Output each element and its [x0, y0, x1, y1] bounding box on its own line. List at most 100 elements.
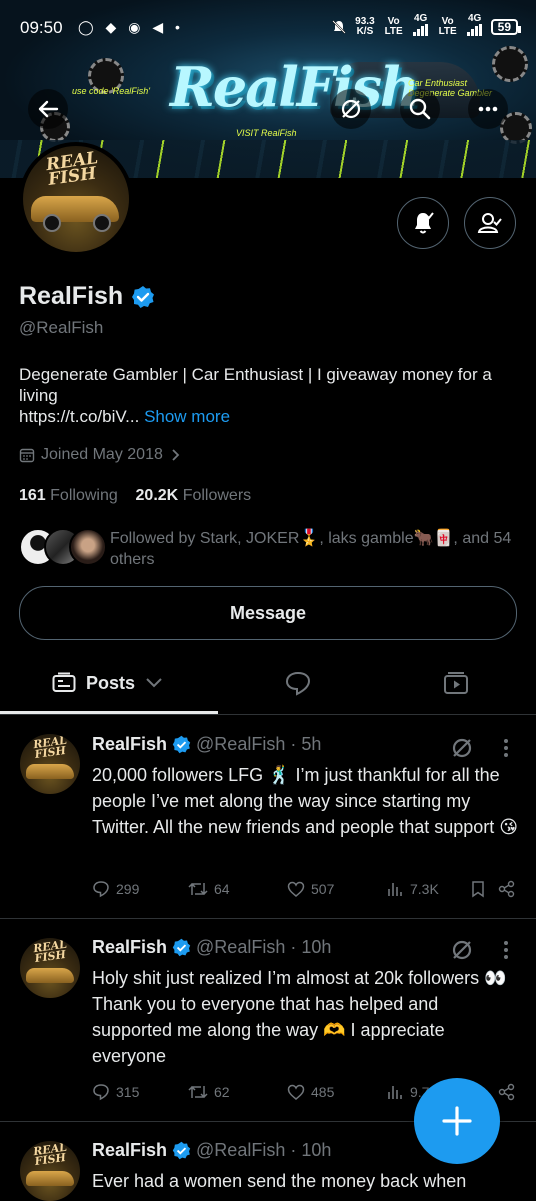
grok-icon[interactable]	[450, 938, 474, 962]
profile-handle: @RealFish	[19, 318, 104, 337]
calendar-icon	[19, 448, 35, 463]
profile-name: RealFish	[19, 282, 124, 310]
message-button[interactable]: Message	[19, 586, 517, 640]
verified-icon[interactable]	[131, 285, 155, 309]
banner-caption: VISIT RealFish	[236, 128, 297, 138]
verified-icon	[172, 938, 191, 957]
retweet-button[interactable]: 64	[188, 880, 230, 898]
follow-counts: 161 Following 20.2K Followers	[19, 487, 251, 505]
tweet-author-name[interactable]: RealFish	[92, 1140, 167, 1161]
following-link[interactable]: 161 Following	[19, 487, 118, 504]
like-count: 485	[311, 1084, 335, 1100]
tweet-actions: 299 64 507 7.3K	[92, 880, 522, 904]
share-button[interactable]	[498, 1083, 516, 1101]
bio-text: Degenerate Gambler | Car Enthusiast | I …	[19, 365, 492, 405]
network-speed-unit: K/S	[356, 25, 374, 37]
back-arrow-icon	[38, 100, 59, 118]
tweet-separator: ·	[290, 734, 297, 754]
tweet-text: 20,000 followers LFG 🕺 I’m just thankful…	[92, 765, 519, 837]
back-button[interactable]	[28, 89, 68, 129]
mute-bell-icon	[332, 19, 346, 34]
views-icon	[388, 883, 402, 896]
chevron-right-icon	[172, 449, 180, 461]
bell-icon	[415, 212, 434, 234]
profile-avatar[interactable]: REAL FISH	[19, 142, 133, 256]
more-options-button[interactable]	[468, 89, 508, 129]
tweet-more-icon[interactable]	[496, 736, 516, 760]
avatar-logo-text: REAL FISH	[44, 148, 100, 191]
views-icon	[388, 1086, 402, 1099]
retweet-count: 64	[214, 881, 230, 897]
joined-date-row[interactable]: Joined May 2018	[19, 446, 183, 464]
tweet-text: Ever had a women send the money back whe…	[92, 1171, 467, 1191]
battery-indicator: 59	[490, 18, 522, 35]
following-button[interactable]	[464, 197, 516, 249]
more-icon	[478, 106, 498, 112]
followed-by-text[interactable]: Followed by Stark, JOKER🎖️, laks gamble🐂…	[110, 528, 520, 570]
verified-icon	[172, 735, 191, 754]
grok-icon	[341, 99, 361, 119]
plus-icon	[442, 1106, 472, 1136]
followers-count: 20.2K	[135, 487, 179, 504]
user-check-icon	[477, 213, 502, 233]
tweet-text: Holy shit just realized I’m almost at 20…	[92, 968, 507, 1066]
share-icon	[498, 880, 515, 898]
tweet-time: 10h	[301, 937, 332, 957]
views-count: 7.3K	[410, 881, 439, 897]
network-speed: 93.3	[355, 15, 375, 27]
tweet-time: 10h	[301, 1140, 332, 1160]
tweet-separator: ·	[290, 1140, 297, 1160]
tweet-separator: ·	[290, 937, 297, 957]
tweet-avatar[interactable]: REAL FISH	[20, 938, 80, 998]
status-bar: 09:50 ◯ ◆ ◉ ◀ • 93.3 K/S Vo LTE 4G Vo LTE…	[0, 0, 536, 58]
retweet-button[interactable]: 62	[188, 1083, 230, 1101]
notification-icons: ◯ ◆ ◉ ◀ •	[78, 19, 184, 35]
tweet-avatar[interactable]: REAL FISH	[20, 734, 80, 794]
banner-caption: use code 'RealFish'	[72, 86, 150, 96]
grok-icon[interactable]	[450, 736, 474, 760]
show-more-link[interactable]: Show more	[144, 407, 230, 426]
share-button[interactable]	[498, 880, 516, 898]
tab-posts[interactable]: Posts	[52, 652, 163, 714]
reply-button[interactable]: 299	[92, 880, 139, 898]
verified-icon	[172, 1141, 191, 1160]
tweet-avatar-car	[26, 764, 74, 779]
bookmark-button[interactable]	[470, 880, 486, 898]
sim1-label: Vo LTE	[383, 16, 405, 37]
like-button[interactable]: 485	[287, 1083, 334, 1101]
banner-title: RealFish	[170, 55, 419, 119]
signal-icon	[466, 24, 482, 36]
bio-link[interactable]: https://t.co/biV...	[19, 407, 139, 426]
bookmark-icon	[472, 881, 484, 898]
compose-button[interactable]	[414, 1078, 500, 1164]
tweet-avatar-car	[26, 968, 74, 983]
like-button[interactable]: 507	[287, 880, 334, 898]
tab-replies[interactable]	[284, 652, 312, 714]
tweet-author-name[interactable]: RealFish	[92, 937, 167, 958]
notifications-button[interactable]	[397, 197, 449, 249]
reply-icon	[93, 881, 109, 898]
tweet-time: 5h	[301, 734, 322, 754]
search-button[interactable]	[400, 89, 440, 129]
profile-name-row: RealFish	[19, 282, 155, 311]
follower-avatar	[69, 528, 107, 566]
video-icon	[444, 672, 468, 694]
tweet-author-name[interactable]: RealFish	[92, 734, 167, 755]
tab-media[interactable]	[443, 652, 469, 714]
views-button[interactable]: 7.3K	[386, 880, 439, 898]
tweet-avatar[interactable]: REAL FISH	[20, 1141, 80, 1201]
sim2-type: Vo LTE	[438, 15, 457, 37]
reply-button[interactable]: 315	[92, 1083, 139, 1101]
tweet-header: RealFish @RealFish · 10h	[92, 937, 331, 958]
followers-link[interactable]: 20.2K Followers	[136, 487, 252, 504]
reply-icon	[93, 1084, 109, 1101]
tab-posts-label: Posts	[86, 672, 136, 693]
status-time: 09:50	[20, 18, 63, 37]
tweet-author-handle: @RealFish	[196, 1140, 286, 1160]
grok-button[interactable]	[331, 89, 371, 129]
share-icon	[498, 1083, 515, 1101]
like-count: 507	[311, 881, 335, 897]
tweet-more-icon[interactable]	[496, 938, 516, 962]
tweet[interactable]: REAL FISH RealFish @RealFish · 5h 20,000…	[0, 714, 536, 919]
signal-icon	[412, 24, 428, 36]
